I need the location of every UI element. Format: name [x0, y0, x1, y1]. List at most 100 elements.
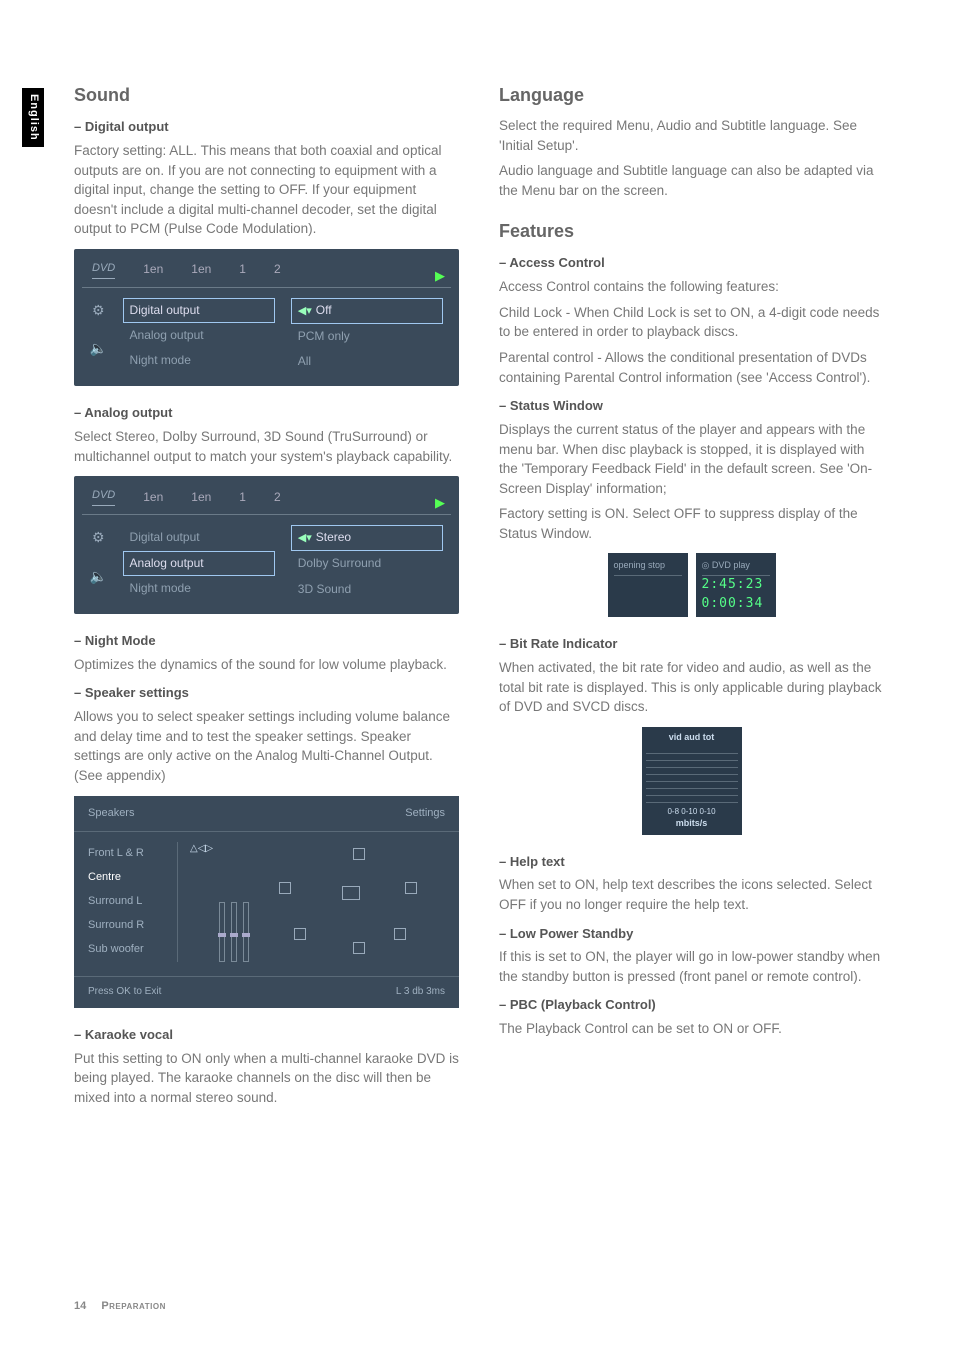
osd-list-right: ◀▾Off PCM only All: [283, 294, 451, 379]
spk-pos-sr: [394, 928, 406, 940]
bitrate-header: vid aud tot: [646, 731, 738, 744]
item-analog-output: Analog output: [123, 323, 275, 348]
speaker-sliders: △◁▷: [190, 842, 249, 962]
osd-analog-output: DVD 1en 1en 1 2 ▶ ⚙ 🔈 Digital output Ana…: [74, 476, 459, 614]
item-night-mode: Night mode: [123, 348, 275, 373]
settings-icon-2: ⚙: [92, 527, 105, 547]
spk-surround-l: Surround L: [88, 890, 169, 914]
osd-list-right-2: ◀▾Stereo Dolby Surround 3D Sound: [283, 521, 451, 606]
heading-status-window: – Status Window: [499, 397, 884, 416]
osd-body-2: ⚙ 🔈 Digital output Analog output Night m…: [82, 521, 451, 606]
speakers-value: L 3 db 3ms: [396, 985, 445, 1000]
status-osd-group: opening stop ◎ DVD play 2:45:23 0:00:34: [499, 553, 884, 617]
spk-pos-fr: [405, 882, 417, 894]
cursor-icon: ◀▾: [298, 305, 312, 317]
opt-dolby: Dolby Surround: [291, 551, 443, 576]
spk-surround-r: Surround R: [88, 914, 169, 938]
osd-num1: 1: [239, 261, 246, 278]
spk-front: Front L & R: [88, 842, 169, 866]
item-digital-output-2: Digital output: [123, 525, 275, 550]
text-language-1: Select the required Menu, Audio and Subt…: [499, 116, 884, 155]
nav-icon: △◁▷: [190, 842, 213, 857]
osd-list-left: Digital output Analog output Night mode: [115, 294, 283, 379]
text-language-2: Audio language and Subtitle language can…: [499, 161, 884, 200]
text-digital-output: Factory setting: ALL. This means that bo…: [74, 141, 459, 239]
status-osd-right: ◎ DVD play 2:45:23 0:00:34: [696, 553, 776, 617]
osd-dvd-label-2: DVD: [92, 488, 115, 506]
text-bitrate: When activated, the bit rate for video a…: [499, 658, 884, 717]
disc-icon: ◎: [702, 560, 712, 570]
bitrate-scale: 0-8 0-10 0-10: [646, 806, 738, 818]
osd-list-left-2: Digital output Analog output Night mode: [115, 521, 283, 606]
status-right-top: ◎ DVD play: [702, 559, 770, 576]
bitrate-osd: vid aud tot 0-8 0-10 0-10 mbits/s: [642, 727, 742, 835]
speaker-icon: 🔈: [90, 338, 107, 358]
status-left-top: opening stop: [614, 559, 682, 576]
text-karaoke: Put this setting to ON only when a multi…: [74, 1049, 459, 1108]
heading-help-text: – Help text: [499, 853, 884, 872]
arrow-right-icon-2: ▶: [435, 494, 445, 513]
heading-sound: Sound: [74, 82, 459, 108]
status-osd-left: opening stop: [608, 553, 688, 617]
speaker-list: Front L & R Centre Surround L Surround R…: [88, 842, 178, 962]
speakers-title: Speakers: [88, 806, 134, 822]
section-name: Preparation: [101, 1300, 166, 1312]
left-column: Sound – Digital output Factory setting: …: [74, 78, 459, 1114]
heading-features: Features: [499, 218, 884, 244]
heading-bitrate: – Bit Rate Indicator: [499, 635, 884, 654]
heading-speaker-settings: – Speaker settings: [74, 684, 459, 703]
osd-lang1-2: 1en: [143, 489, 163, 506]
opt-all: All: [291, 349, 443, 374]
opt-pcm: PCM only: [291, 324, 443, 349]
heading-digital-output: – Digital output: [74, 118, 459, 137]
bitrate-unit: mbits/s: [646, 817, 738, 830]
page-number: 14: [74, 1300, 86, 1312]
osd-lang2: 1en: [191, 261, 211, 278]
osd-dvd-label: DVD: [92, 261, 115, 279]
speakers-exit-hint: Press OK to Exit: [88, 985, 161, 1000]
heading-language: Language: [499, 82, 884, 108]
page-content: Sound – Digital output Factory setting: …: [0, 0, 954, 1154]
osd-menubar-2: DVD 1en 1en 1 2 ▶: [82, 484, 451, 515]
language-tab: English: [22, 88, 44, 147]
osd-speakers: Speakers Settings Front L & R Centre Sur…: [74, 796, 459, 1008]
status-time-1: 2:45:23: [702, 576, 770, 595]
text-access-1: Access Control contains the following fe…: [499, 277, 884, 297]
text-status-2: Factory setting is ON. Select OFF to sup…: [499, 504, 884, 543]
osd-speakers-footer: Press OK to Exit L 3 db 3ms: [74, 976, 459, 1008]
osd-num2-2: 2: [274, 489, 281, 506]
heading-pbc: – PBC (Playback Control): [499, 996, 884, 1015]
opt-3dsound: 3D Sound: [291, 577, 443, 602]
text-night-mode: Optimizes the dynamics of the sound for …: [74, 655, 459, 675]
bitrate-bars: [646, 747, 738, 803]
spk-pos-listener: [342, 886, 360, 900]
osd-lang1: 1en: [143, 261, 163, 278]
item-analog-output-2: Analog output: [123, 551, 275, 576]
speaker-diagram: [261, 842, 445, 962]
text-low-power: If this is set to ON, the player will go…: [499, 947, 884, 986]
text-speaker-settings: Allows you to select speaker settings in…: [74, 707, 459, 785]
item-night-mode-2: Night mode: [123, 576, 275, 601]
opt-off: ◀▾Off: [291, 298, 443, 324]
osd-num2: 2: [274, 261, 281, 278]
speaker-icon-2: 🔈: [90, 566, 107, 586]
slider-mute: [219, 902, 225, 962]
spk-pos-center: [353, 848, 365, 860]
speakers-settings-label: Settings: [405, 806, 445, 822]
osd-menubar: DVD 1en 1en 1 2 ▶: [82, 257, 451, 288]
text-access-3: Parental control - Allows the conditiona…: [499, 348, 884, 387]
osd-body: ⚙ 🔈 Digital output Analog output Night m…: [82, 294, 451, 379]
osd-lang2-2: 1en: [191, 489, 211, 506]
text-access-2: Child Lock - When Child Lock is set to O…: [499, 303, 884, 342]
osd-sideicons-2: ⚙ 🔈: [82, 521, 115, 606]
right-column: Language Select the required Menu, Audio…: [499, 78, 884, 1114]
text-help: When set to ON, help text describes the …: [499, 875, 884, 914]
text-status-1: Displays the current status of the playe…: [499, 420, 884, 498]
osd-digital-output: DVD 1en 1en 1 2 ▶ ⚙ 🔈 Digital output Ana…: [74, 249, 459, 387]
item-digital-output: Digital output: [123, 298, 275, 323]
text-pbc: The Playback Control can be set to ON or…: [499, 1019, 884, 1039]
osd-sideicons: ⚙ 🔈: [82, 294, 115, 379]
heading-low-power: – Low Power Standby: [499, 925, 884, 944]
spk-centre: Centre: [88, 866, 169, 890]
slider-level: [243, 902, 249, 962]
